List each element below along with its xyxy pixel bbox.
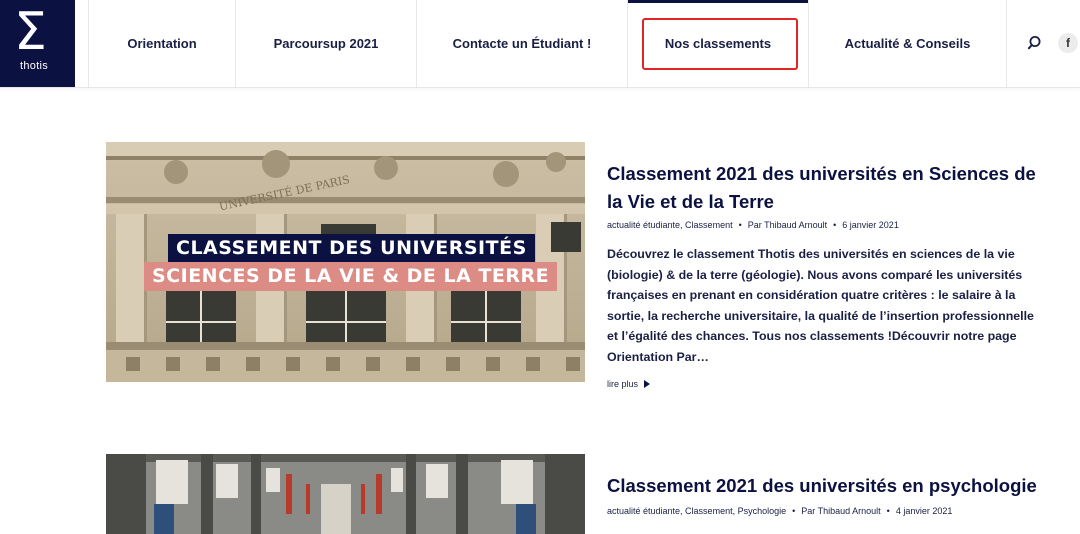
- article-1-author[interactable]: Par Thibaud Arnoult: [748, 220, 827, 230]
- article-1-meta: actualité étudiante, Classement • Par Thib…: [607, 220, 899, 230]
- read-more-link[interactable]: lire plus: [607, 379, 651, 389]
- highlight-annotation-box: [642, 18, 798, 70]
- article-1-title[interactable]: Classement 2021 des universités en Scien…: [607, 160, 1047, 216]
- article-1-thumbnail[interactable]: UNIVERSITÉ DE PARIS CLASSEMENT DES UNIVE…: [106, 142, 585, 382]
- article-2-meta: actualité étudiante, Classement, Psychol…: [607, 506, 952, 516]
- article-1-excerpt: Découvrez le classement Thotis des unive…: [607, 247, 1034, 364]
- read-more-label: lire plus: [607, 379, 639, 389]
- nav-item-orientation[interactable]: Orientation: [88, 0, 235, 87]
- thotis-logo[interactable]: Σ thotis: [0, 0, 75, 87]
- sigma-logo-icon: Σ: [14, 2, 47, 62]
- article-2-author[interactable]: Par Thibaud Arnoult: [801, 506, 880, 516]
- meta-separator: •: [738, 220, 742, 230]
- article-2-thumbnail[interactable]: [106, 454, 585, 534]
- meta-separator: •: [792, 506, 796, 516]
- facebook-icon[interactable]: f: [1058, 33, 1078, 53]
- article-2-date: 4 janvier 2021: [895, 506, 953, 516]
- nav-item-parcoursup[interactable]: Parcoursup 2021: [235, 0, 416, 87]
- article-2-categories[interactable]: actualité étudiante, Classement, Psychol…: [607, 506, 786, 516]
- article-1-date: 6 janvier 2021: [842, 220, 899, 230]
- library-shelves-image: [106, 454, 585, 534]
- article-2-title[interactable]: Classement 2021 des universités en psych…: [607, 472, 1047, 500]
- meta-separator: •: [833, 220, 837, 230]
- image-banner-line-2: SCIENCES DE LA VIE & DE LA TERRE: [144, 262, 558, 291]
- nav-item-actualite-conseils[interactable]: Actualité & Conseils: [808, 0, 1007, 87]
- logo-name: thotis: [20, 60, 49, 72]
- play-triangle-icon: [644, 380, 651, 388]
- meta-separator: •: [886, 506, 890, 516]
- article-1-categories[interactable]: actualité étudiante, Classement: [607, 220, 733, 230]
- search-icon[interactable]: [1028, 35, 1044, 51]
- site-header: Σ thotis Orientation Parcoursup 2021 Con…: [0, 0, 1080, 88]
- nav-item-contacte-etudiant[interactable]: Contacte un Étudiant !: [416, 0, 627, 87]
- image-banner-line-1: CLASSEMENT DES UNIVERSITÉS: [168, 234, 535, 263]
